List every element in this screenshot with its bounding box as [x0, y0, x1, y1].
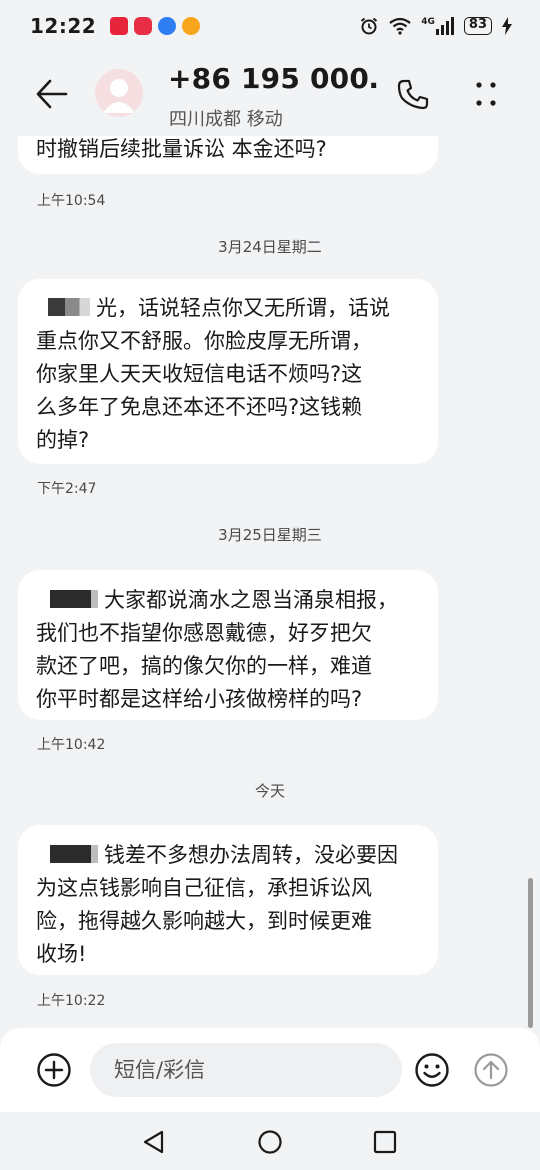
message-text: 光，话说轻点你又无所谓，话说 重点你又不舒服。你脸皮厚无所谓， 你家里人天天收短…	[36, 292, 420, 457]
message-list[interactable]: 时撤销后续批量诉讼 本金还吗? 上午10:54 3月24日星期二 光，话说轻点你…	[0, 136, 540, 1028]
message-time: 上午10:54	[37, 193, 106, 209]
redacted-name	[50, 590, 98, 608]
nav-home-icon[interactable]	[256, 1128, 284, 1156]
message-text: 钱差不多想办法周转，没必要因 为这点钱影响自己征信，承担诉讼风 险，拖得越久影响…	[36, 839, 420, 971]
bulb-icon	[158, 17, 177, 35]
scrollbar[interactable]	[528, 878, 533, 1028]
status-time: 12:22	[30, 14, 97, 38]
back-arrow-icon[interactable]	[32, 74, 72, 114]
redacted-name	[50, 845, 98, 863]
system-status: 4G 83	[359, 16, 512, 36]
conversation-header: +86 195 000… 四川成都 移动	[0, 52, 540, 136]
date-separator: 今天	[254, 782, 285, 800]
message-bubble[interactable]: 时撤销后续批量诉讼 本金还吗?	[18, 136, 438, 174]
message-body: 我们也不指望你感恩戴德，好歹把欠 款还了吧，搞的像欠你的一样，难道 你平时都是这…	[36, 621, 372, 711]
more-vertical-icon[interactable]	[470, 76, 502, 112]
nav-recent-icon[interactable]	[371, 1128, 399, 1156]
compose-bar	[0, 1028, 540, 1112]
phone-icon[interactable]	[396, 78, 430, 112]
message-prefix: 光，	[96, 296, 138, 320]
message-bubble[interactable]: 光，话说轻点你又无所谓，话说 重点你又不舒服。你脸皮厚无所谓， 你家里人天天收短…	[18, 279, 438, 464]
message-time: 下午2:47	[37, 481, 97, 497]
date-separator: 3月25日星期三	[218, 526, 322, 544]
status-bar: 12:22 4G 83	[0, 0, 540, 52]
date-separator: 3月24日星期二	[218, 238, 322, 256]
network-type: 4G	[421, 17, 435, 27]
signal-icon: 4G	[421, 17, 454, 35]
avatar-icon[interactable]	[95, 69, 143, 117]
message-time: 上午10:22	[37, 993, 106, 1009]
message-input[interactable]	[90, 1043, 402, 1097]
charging-icon	[502, 17, 512, 35]
send-icon[interactable]	[473, 1052, 509, 1088]
message-time: 上午10:42	[37, 737, 106, 753]
message-bubble[interactable]: 大家都说滴水之恩当涌泉相报， 我们也不指望你感恩戴德，好歹把欠 款还了吧，搞的像…	[18, 570, 438, 720]
message-body: 话说轻点你又无所谓，话说 重点你又不舒服。你脸皮厚无所谓， 你家里人天天收短信电…	[36, 296, 390, 452]
message-prefix: 大家都说滴水之恩当涌泉相报，	[104, 588, 398, 612]
battery-level: 83	[468, 17, 487, 32]
emoji-icon[interactable]	[414, 1052, 450, 1088]
nav-back-icon[interactable]	[140, 1128, 168, 1156]
weibo-icon	[182, 17, 201, 35]
huawei-icon	[110, 17, 129, 35]
redacted-name	[48, 298, 90, 316]
wifi-icon	[389, 17, 411, 35]
contact-location: 四川成都 移动	[169, 109, 283, 130]
message-bubble[interactable]: 钱差不多想办法周转，没必要因 为这点钱影响自己征信，承担诉讼风 险，拖得越久影响…	[18, 825, 438, 975]
add-circle-icon[interactable]	[36, 1052, 72, 1088]
app-icon	[134, 17, 153, 35]
navigation-bar	[0, 1112, 540, 1170]
message-text: 大家都说滴水之恩当涌泉相报， 我们也不指望你感恩戴德，好歹把欠 款还了吧，搞的像…	[36, 584, 420, 716]
battery-icon: 83	[463, 17, 492, 35]
notification-icons	[110, 17, 201, 35]
message-prefix: 钱差不多想办法周转，	[104, 843, 314, 867]
contact-name[interactable]: +86 195 000…	[168, 62, 378, 95]
alarm-icon	[361, 17, 378, 35]
message-text: 时撤销后续批量诉讼 本金还吗?	[36, 137, 327, 161]
